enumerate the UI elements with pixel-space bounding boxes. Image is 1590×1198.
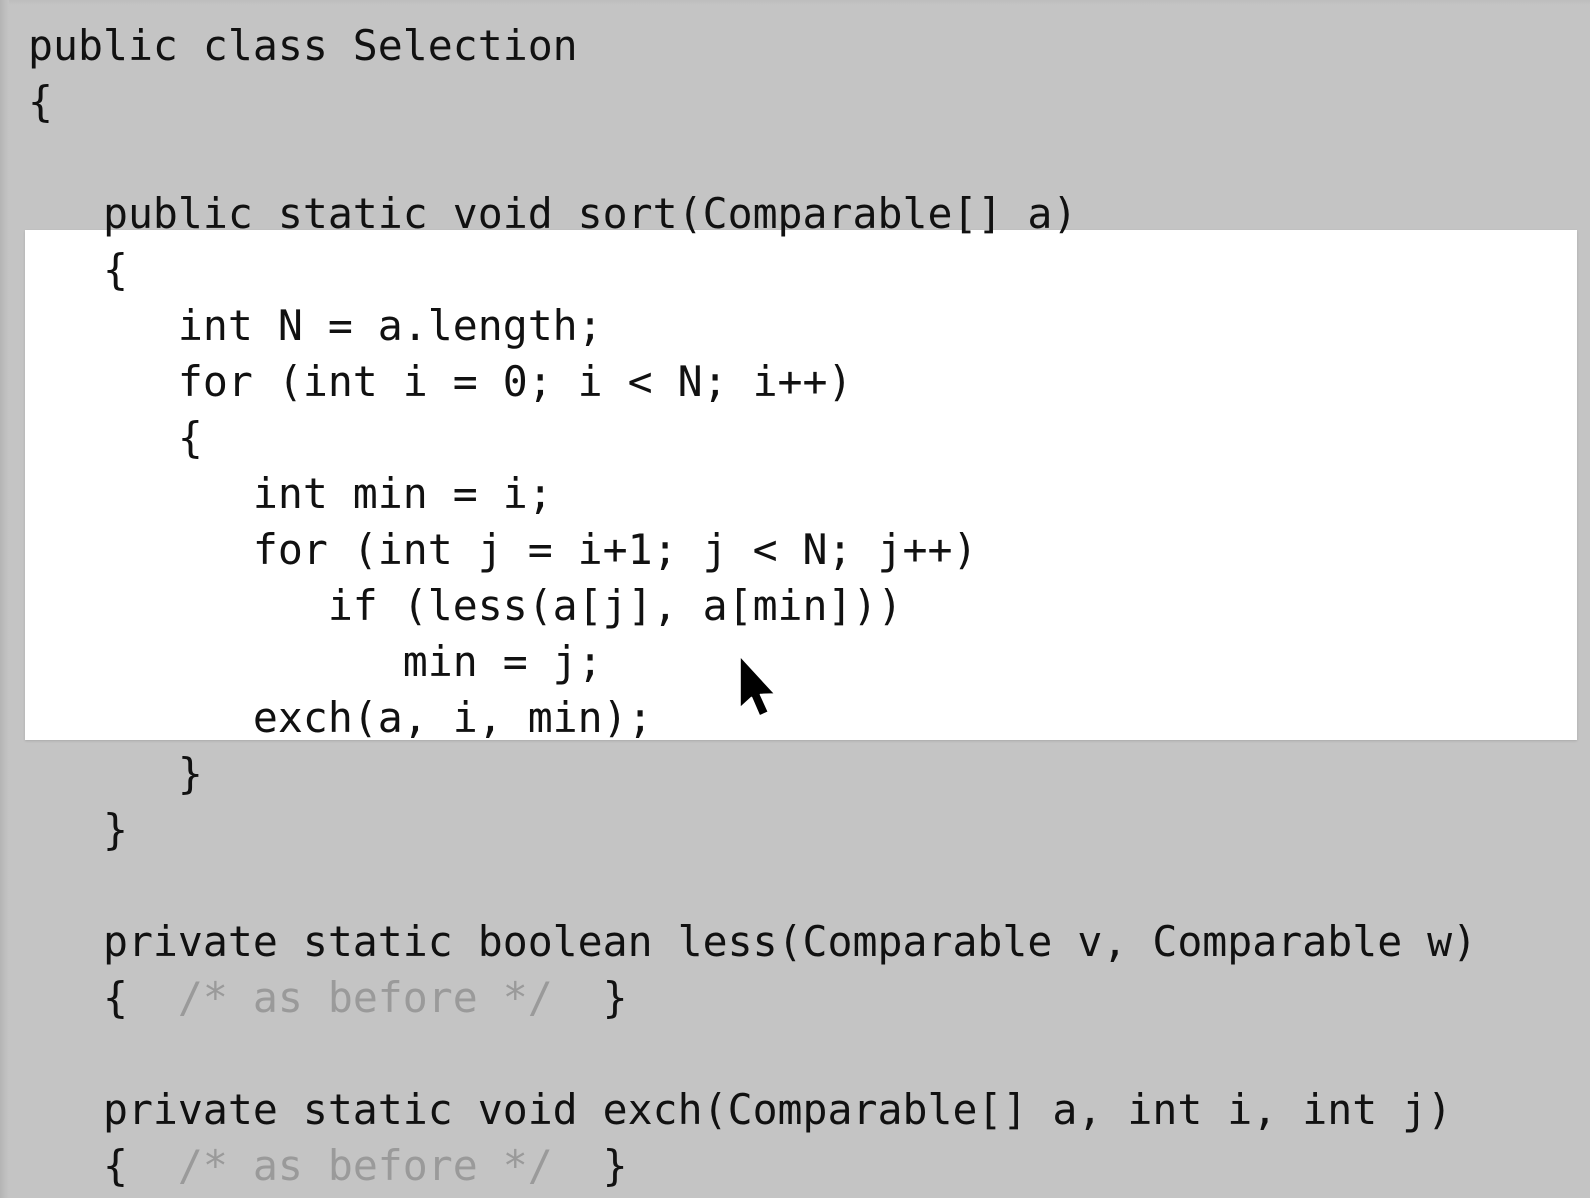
code-line: {: [28, 413, 203, 462]
code-text: {: [28, 1141, 178, 1190]
code-text: }: [552, 973, 628, 1022]
code-comment: /* as before */: [177, 973, 553, 1022]
code-line: }: [28, 805, 128, 854]
code-line: {: [28, 245, 128, 294]
code-line: if (less(a[j], a[min])): [28, 581, 903, 630]
code-line: }: [28, 749, 203, 798]
code-line: public static void sort(Comparable[] a): [28, 189, 1078, 238]
code-line: for (int j = i+1; j < N; j++): [28, 525, 978, 574]
code-line: { /* as before */ }: [28, 970, 1568, 1026]
code-slide: public class Selection { public static vo…: [0, 0, 1590, 1198]
code-line: { /* as before */ }: [28, 1138, 1568, 1194]
code-line: for (int i = 0; i < N; i++): [28, 357, 853, 406]
code-line: int min = i;: [28, 469, 553, 518]
code-text: {: [28, 973, 178, 1022]
code-line: {: [28, 77, 53, 126]
top-edge-shading: [0, 0, 1590, 5]
code-line: public class Selection: [28, 21, 578, 70]
code-line: int N = a.length;: [28, 301, 603, 350]
code-comment: /* as before */: [177, 1141, 553, 1190]
code-line: private static void exch(Comparable[] a,…: [28, 1085, 1453, 1134]
code-text: }: [552, 1141, 628, 1190]
java-code-listing: public class Selection { public static vo…: [28, 18, 1568, 1198]
code-line: private static boolean less(Comparable v…: [28, 917, 1478, 966]
left-edge-shading: [0, 0, 9, 1198]
code-line: min = j;: [28, 637, 603, 686]
code-line: exch(a, i, min);: [28, 693, 653, 742]
